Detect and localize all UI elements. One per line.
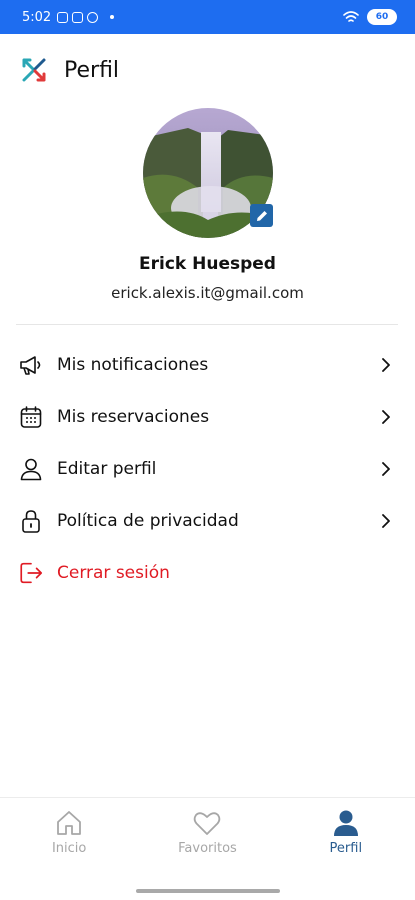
notification-icons	[57, 11, 99, 23]
edit-photo-button[interactable]	[250, 204, 273, 227]
menu-item-privacy-policy[interactable]: Política de privacidad	[0, 495, 415, 547]
battery-icon: 60	[367, 9, 397, 25]
nav-item-favoritos[interactable]: Favoritos	[138, 798, 276, 885]
nav-label: Favoritos	[178, 841, 237, 856]
user-email: erick.alexis.it@gmail.com	[111, 284, 304, 302]
menu-item-reservations[interactable]: Mis reservaciones	[0, 391, 415, 443]
home-indicator[interactable]	[136, 889, 280, 893]
app-logo-icon	[22, 58, 46, 82]
chevron-right-icon	[382, 514, 390, 528]
person-icon	[333, 810, 358, 836]
nav-item-perfil[interactable]: Perfil	[277, 798, 415, 885]
app-header: Perfil	[0, 34, 415, 106]
logout-button[interactable]: Cerrar sesión	[0, 547, 415, 599]
menu-item-edit-profile[interactable]: Editar perfil	[0, 443, 415, 495]
mail-icon	[72, 11, 84, 23]
lock-icon	[22, 510, 40, 533]
avatar-container	[143, 108, 273, 238]
more-dot-icon	[110, 15, 115, 19]
nav-item-inicio[interactable]: Inicio	[0, 798, 138, 885]
menu-item-notifications[interactable]: Mis notificaciones	[0, 339, 415, 391]
divider	[16, 324, 398, 325]
menu-item-label: Editar perfil	[57, 459, 157, 479]
status-bar: 5:02 60	[0, 0, 415, 34]
logout-label: Cerrar sesión	[57, 563, 170, 583]
megaphone-icon	[20, 356, 41, 375]
user-icon	[20, 458, 42, 481]
pencil-icon	[256, 210, 267, 221]
status-time: 5:02	[22, 9, 52, 25]
heart-icon	[194, 812, 221, 835]
home-icon	[57, 811, 82, 835]
whatsapp-icon	[87, 11, 99, 23]
bottom-nav: Inicio Favoritos Perfil	[0, 797, 415, 885]
profile-menu: Mis notificaciones Mis reservaciones Edi…	[0, 339, 415, 599]
nav-label: Perfil	[329, 841, 363, 856]
menu-item-label: Política de privacidad	[57, 511, 239, 531]
chevron-right-icon	[382, 358, 390, 372]
menu-item-label: Mis notificaciones	[57, 355, 209, 375]
wifi-icon	[343, 10, 359, 22]
menu-item-label: Mis reservaciones	[57, 407, 210, 427]
calendar-icon	[20, 406, 42, 428]
page-title: Perfil	[64, 57, 120, 83]
notification-icon	[57, 11, 69, 23]
chevron-right-icon	[382, 410, 390, 424]
chevron-right-icon	[382, 462, 390, 476]
logout-icon	[20, 562, 43, 584]
nav-label: Inicio	[51, 841, 87, 856]
user-name: Erick Huesped	[139, 254, 276, 274]
